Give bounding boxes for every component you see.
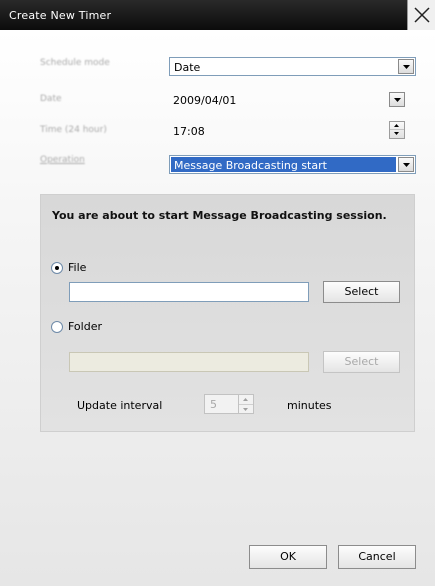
folder-select-button[interactable]: Select <box>323 351 400 373</box>
operation-label: Operation <box>40 155 85 165</box>
operation-value: Message Broadcasting start <box>171 157 396 172</box>
time-spinner[interactable] <box>389 121 405 139</box>
time-value[interactable]: 17:08 <box>173 125 205 138</box>
date-label: Date <box>40 94 62 104</box>
folder-path-input[interactable] <box>69 352 309 372</box>
update-interval-unit: minutes <box>287 399 332 412</box>
file-path-input[interactable] <box>69 282 309 302</box>
folder-radio-label: Folder <box>68 320 102 333</box>
schedule-mode-value: Date <box>174 61 201 74</box>
panel-heading: You are about to start Message Broadcast… <box>52 209 387 222</box>
schedule-mode-dropdown-button[interactable] <box>398 59 414 74</box>
file-radio-label: File <box>68 261 87 274</box>
schedule-mode-dropdown[interactable]: Date <box>169 57 416 76</box>
update-interval-increment[interactable] <box>239 395 253 404</box>
time-increment-button[interactable] <box>390 122 404 130</box>
title-bar: Create New Timer <box>0 0 435 30</box>
chevron-down-icon <box>243 408 248 411</box>
time-decrement-button[interactable] <box>390 130 404 138</box>
update-interval-label: Update interval <box>77 399 163 412</box>
chevron-down-icon <box>394 132 399 135</box>
close-button[interactable] <box>407 0 435 30</box>
chevron-up-icon <box>394 124 399 127</box>
window-title: Create New Timer <box>9 9 112 22</box>
file-select-button[interactable]: Select <box>323 281 400 303</box>
file-radio[interactable] <box>51 262 63 274</box>
date-value[interactable]: 2009/04/01 <box>173 94 236 107</box>
chevron-down-icon <box>394 98 401 102</box>
schedule-mode-label: Schedule mode <box>40 58 110 68</box>
update-interval-value: 5 <box>210 398 217 411</box>
chevron-down-icon <box>403 65 410 69</box>
date-dropdown-button[interactable] <box>389 92 405 107</box>
ok-button[interactable]: OK <box>249 545 327 569</box>
close-icon <box>414 7 430 23</box>
folder-radio[interactable] <box>51 321 63 333</box>
operation-details-panel: You are about to start Message Broadcast… <box>40 194 415 432</box>
operation-dropdown-button[interactable] <box>398 157 414 172</box>
cancel-button[interactable]: Cancel <box>338 545 416 569</box>
update-interval-input[interactable]: 5 <box>204 394 254 414</box>
chevron-up-icon <box>243 398 248 401</box>
chevron-down-icon <box>403 163 410 167</box>
update-interval-spinner[interactable] <box>238 395 253 413</box>
time-label: Time (24 hour) <box>40 125 107 135</box>
operation-dropdown[interactable]: Message Broadcasting start <box>169 155 416 174</box>
update-interval-decrement[interactable] <box>239 404 253 413</box>
